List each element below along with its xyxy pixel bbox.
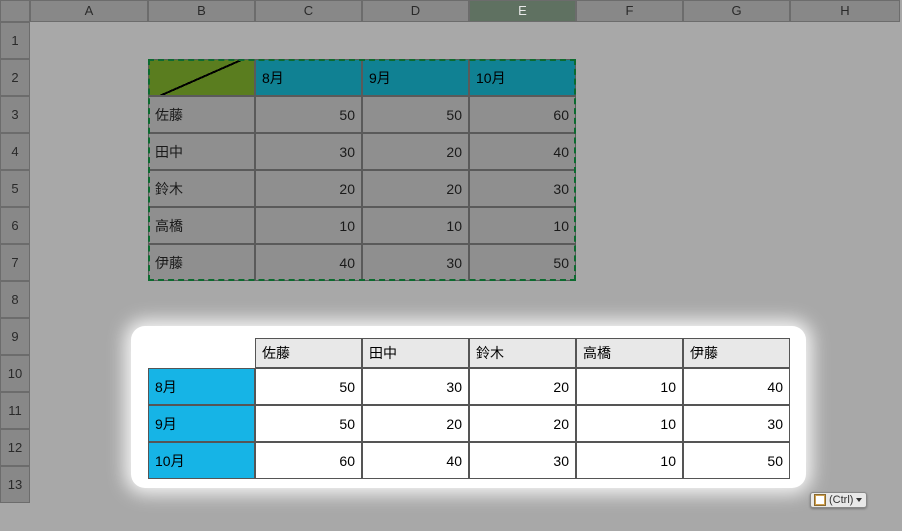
row-header-2[interactable]: 2 xyxy=(0,59,30,96)
source-month-8[interactable]: 8月 xyxy=(255,59,362,96)
source-name-0[interactable]: 佐藤 xyxy=(148,96,255,133)
source-name-4[interactable]: 伊藤 xyxy=(148,244,255,281)
dest-month-0[interactable]: 8月 xyxy=(148,368,255,405)
col-header-C[interactable]: C xyxy=(255,0,362,22)
row-header-12[interactable]: 12 xyxy=(0,429,30,466)
dest-val-2-2[interactable]: 30 xyxy=(469,442,576,479)
col-header-D[interactable]: D xyxy=(362,0,469,22)
source-val-3-2[interactable]: 10 xyxy=(469,207,576,244)
dest-val-1-0[interactable]: 50 xyxy=(255,405,362,442)
source-val-1-0[interactable]: 30 xyxy=(255,133,362,170)
dest-val-0-0[interactable]: 50 xyxy=(255,368,362,405)
col-header-H[interactable]: H xyxy=(790,0,900,22)
dest-val-2-1[interactable]: 40 xyxy=(362,442,469,479)
col-header-E[interactable]: E xyxy=(469,0,576,22)
col-header-B[interactable]: B xyxy=(148,0,255,22)
row-header-7[interactable]: 7 xyxy=(0,244,30,281)
dest-val-1-3[interactable]: 10 xyxy=(576,405,683,442)
dest-name-3[interactable]: 高橋 xyxy=(576,338,683,368)
source-val-4-2[interactable]: 50 xyxy=(469,244,576,281)
select-all-corner[interactable] xyxy=(0,0,30,22)
row-header-5[interactable]: 5 xyxy=(0,170,30,207)
dest-name-2[interactable]: 鈴木 xyxy=(469,338,576,368)
row-header-4[interactable]: 4 xyxy=(0,133,30,170)
col-header-F[interactable]: F xyxy=(576,0,683,22)
source-val-4-1[interactable]: 30 xyxy=(362,244,469,281)
source-val-0-0[interactable]: 50 xyxy=(255,96,362,133)
spreadsheet-grid[interactable]: A B C D E F G H 1 2 3 4 5 6 7 8 9 10 11 … xyxy=(0,0,902,531)
dest-val-0-1[interactable]: 30 xyxy=(362,368,469,405)
dest-name-1[interactable]: 田中 xyxy=(362,338,469,368)
dest-month-1[interactable]: 9月 xyxy=(148,405,255,442)
dest-name-4[interactable]: 伊藤 xyxy=(683,338,790,368)
dest-month-2[interactable]: 10月 xyxy=(148,442,255,479)
source-val-1-2[interactable]: 40 xyxy=(469,133,576,170)
paste-options-button[interactable]: (Ctrl) xyxy=(810,492,867,508)
row-header-9[interactable]: 9 xyxy=(0,318,30,355)
clipboard-icon xyxy=(814,494,826,506)
source-corner[interactable] xyxy=(148,59,255,96)
dest-val-2-0[interactable]: 60 xyxy=(255,442,362,479)
dest-val-2-4[interactable]: 50 xyxy=(683,442,790,479)
source-val-3-0[interactable]: 10 xyxy=(255,207,362,244)
source-name-1[interactable]: 田中 xyxy=(148,133,255,170)
paste-options-label: (Ctrl) xyxy=(829,494,853,506)
source-name-2[interactable]: 鈴木 xyxy=(148,170,255,207)
source-name-3[interactable]: 高橋 xyxy=(148,207,255,244)
dest-name-0[interactable]: 佐藤 xyxy=(255,338,362,368)
row-header-13[interactable]: 13 xyxy=(0,466,30,503)
source-val-0-1[interactable]: 50 xyxy=(362,96,469,133)
row-header-8[interactable]: 8 xyxy=(0,281,30,318)
row-header-1[interactable]: 1 xyxy=(0,22,30,59)
row-header-3[interactable]: 3 xyxy=(0,96,30,133)
dest-val-0-2[interactable]: 20 xyxy=(469,368,576,405)
dest-val-2-3[interactable]: 10 xyxy=(576,442,683,479)
col-header-A[interactable]: A xyxy=(30,0,148,22)
source-val-0-2[interactable]: 60 xyxy=(469,96,576,133)
source-month-10[interactable]: 10月 xyxy=(469,59,576,96)
dest-val-1-2[interactable]: 20 xyxy=(469,405,576,442)
source-val-2-2[interactable]: 30 xyxy=(469,170,576,207)
row-header-11[interactable]: 11 xyxy=(0,392,30,429)
source-val-2-1[interactable]: 20 xyxy=(362,170,469,207)
dest-val-1-4[interactable]: 30 xyxy=(683,405,790,442)
chevron-down-icon xyxy=(856,498,862,502)
source-month-9[interactable]: 9月 xyxy=(362,59,469,96)
dest-val-1-1[interactable]: 20 xyxy=(362,405,469,442)
col-header-G[interactable]: G xyxy=(683,0,790,22)
row-header-10[interactable]: 10 xyxy=(0,355,30,392)
dest-val-0-3[interactable]: 10 xyxy=(576,368,683,405)
source-val-2-0[interactable]: 20 xyxy=(255,170,362,207)
row-header-6[interactable]: 6 xyxy=(0,207,30,244)
source-val-4-0[interactable]: 40 xyxy=(255,244,362,281)
dest-val-0-4[interactable]: 40 xyxy=(683,368,790,405)
source-val-3-1[interactable]: 10 xyxy=(362,207,469,244)
source-val-1-1[interactable]: 20 xyxy=(362,133,469,170)
